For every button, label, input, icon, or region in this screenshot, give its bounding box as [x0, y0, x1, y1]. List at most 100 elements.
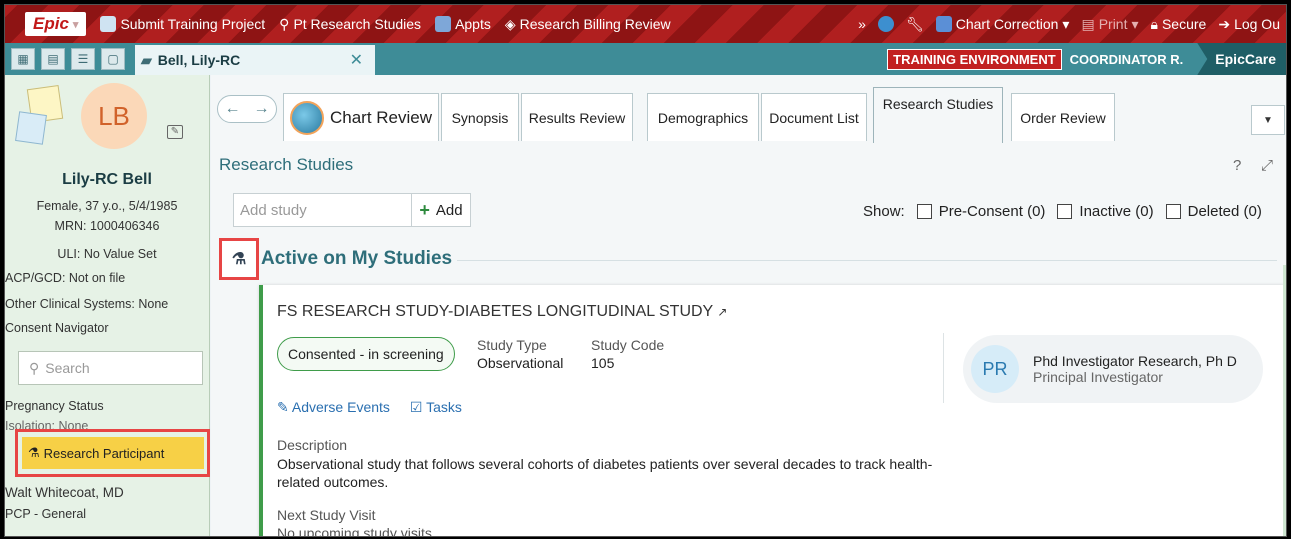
chart-review-icon — [289, 100, 324, 135]
billing-icon: ◈ — [504, 15, 516, 32]
research-participant-highlight: ⚗ Research Participant — [15, 429, 210, 477]
appointments-icon — [435, 16, 452, 32]
next-visit-value: No upcoming study visits — [277, 525, 432, 537]
heading-divider — [457, 260, 1277, 261]
list-icon[interactable]: ☰ — [71, 48, 95, 70]
study-type-label: Study Type — [477, 337, 547, 353]
user-name[interactable]: COORDINATOR R. — [1070, 52, 1184, 67]
show-filters: Show: Pre-Consent (0) Inactive (0) Delet… — [863, 203, 1262, 220]
printer-icon: ▤ — [1081, 15, 1095, 32]
research-billing-review-button[interactable]: ◈ Research Billing Review — [505, 16, 671, 33]
principal-investigator-card[interactable]: PR Phd Investigator Research, Ph D Princ… — [963, 335, 1263, 403]
history-nav[interactable]: ← → — [217, 95, 277, 123]
tab-results-review[interactable]: Results Review — [521, 93, 633, 141]
tab-research-studies[interactable]: Research Studies — [873, 87, 1003, 143]
active-studies-heading: ⚗ Active on My Studies — [219, 237, 452, 281]
chart-correction-icon — [935, 16, 952, 32]
adverse-events-icon: ✎ — [277, 399, 292, 415]
investigator-avatar: PR — [971, 345, 1019, 393]
tasks-icon: ☑ — [409, 399, 427, 415]
lock-icon: 🔒︎ — [1150, 15, 1158, 32]
print-button[interactable]: ▤ Print ▾ — [1081, 16, 1138, 33]
next-visit-label: Next Study Visit — [277, 507, 376, 523]
back-arrow-icon[interactable]: ← — [225, 100, 241, 118]
tab-document-list[interactable]: Document List — [761, 93, 867, 141]
provider-name[interactable]: Walt Whitecoat, MD — [5, 485, 124, 500]
globe-icon[interactable] — [877, 16, 894, 32]
calendar-icon[interactable]: ▤ — [41, 48, 65, 70]
tab-chart-review[interactable]: Chart Review — [283, 93, 439, 141]
study-type-value: Observational — [477, 355, 564, 371]
study-card: FS RESEARCH STUDY-DIABETES LONGITUDINAL … — [259, 285, 1284, 537]
top-toolbar: Epic ▾ Submit Training Project ⚲ Pt Resea… — [5, 5, 1286, 43]
card-divider — [943, 333, 944, 403]
scroll-stripe — [1283, 265, 1286, 536]
magnifier-icon: ⚲ — [279, 15, 290, 32]
tab-synopsis[interactable]: Synopsis — [441, 93, 519, 141]
consent-navigator-link[interactable]: Consent Navigator — [5, 321, 109, 335]
edit-icon[interactable]: ✎ — [167, 125, 183, 139]
chat-icon[interactable]: ▢ — [101, 48, 125, 70]
more-icon[interactable]: » — [858, 16, 866, 32]
patient-uli: ULI: No Value Set — [57, 247, 157, 261]
sidebar-search-input[interactable]: ⚲ Search — [18, 351, 203, 385]
avatar[interactable]: LB — [81, 83, 147, 149]
study-actions: ✎ Adverse Events ☑ Tasks — [277, 399, 462, 416]
pregnancy-status: Pregnancy Status — [5, 399, 104, 413]
wrench-icon[interactable]: 🔧︎ — [906, 16, 924, 33]
tab-order-review[interactable]: Order Review — [1011, 93, 1115, 141]
investigator-role: Principal Investigator — [1033, 369, 1163, 385]
submit-training-project-button[interactable]: Submit Training Project — [100, 16, 265, 32]
research-participant-badge[interactable]: ⚗ Research Participant — [22, 437, 204, 469]
patient-sidebar: LB ✎ Lily-RC Bell Female, 37 y.o., 5/4/1… — [5, 75, 210, 536]
tasks-link[interactable]: ☑ Tasks — [410, 399, 462, 416]
plus-icon: + — [419, 199, 430, 220]
patient-name: Lily-RC Bell — [62, 171, 152, 188]
help-icon[interactable]: ? — [1233, 157, 1241, 174]
pre-consent-checkbox[interactable] — [916, 204, 932, 219]
logout-button[interactable]: ➔ Log Ou — [1218, 16, 1280, 33]
adverse-events-link[interactable]: ✎ Adverse Events — [277, 399, 390, 416]
patient-demographics: Female, 37 y.o., 5/4/1985 — [36, 199, 178, 213]
study-code-value: 105 — [591, 355, 615, 371]
study-code-label: Study Code — [591, 337, 665, 353]
pt-research-studies-button[interactable]: ⚲ Pt Research Studies — [279, 16, 421, 33]
research-flask-icon: ⚗ — [231, 251, 247, 268]
deleted-checkbox[interactable] — [1165, 204, 1181, 219]
tab-demographics[interactable]: Demographics — [647, 93, 759, 141]
research-icon: ⚗ — [28, 445, 40, 460]
appts-button[interactable]: Appts — [435, 16, 491, 32]
folder-icon: ▰ — [141, 51, 152, 68]
inactive-checkbox[interactable] — [1057, 204, 1073, 219]
external-link-icon[interactable]: ↗ — [717, 305, 727, 319]
expand-icon[interactable]: ⤢ — [1261, 157, 1273, 174]
study-description: Observational study that follows several… — [277, 456, 933, 490]
add-study-input[interactable]: Add study — [233, 193, 411, 227]
project-icon — [100, 16, 117, 32]
study-title[interactable]: FS RESEARCH STUDY-DIABETES LONGITUDINAL … — [277, 303, 727, 321]
patient-workspace-tab[interactable]: ▰ Bell, Lily-RC ✕ — [135, 45, 375, 75]
epic-menu-button[interactable]: Epic ▾ — [25, 12, 87, 36]
pcp-role: PCP - General — [5, 507, 87, 521]
research-icon-highlight[interactable]: ⚗ — [219, 238, 259, 280]
training-environment-badge: TRAINING ENVIRONMENT — [887, 48, 1062, 70]
search-icon: ⚲ — [29, 359, 40, 376]
epic-window: Epic ▾ Submit Training Project ⚲ Pt Resea… — [4, 4, 1287, 537]
section-title: Research Studies — [219, 155, 354, 174]
photo-icon[interactable] — [15, 111, 47, 145]
close-icon[interactable]: ✕ — [350, 50, 363, 70]
secure-button[interactable]: 🔒︎ Secure — [1151, 16, 1207, 33]
add-study-button[interactable]: + Add — [411, 193, 471, 227]
chart-correction-button[interactable]: Chart Correction ▾ — [935, 16, 1069, 33]
acp-status: ACP/GCD: Not on file — [5, 271, 126, 285]
app-name: EpicCare — [1197, 43, 1286, 75]
main-content: ← → Chart Review Synopsis Results Review… — [211, 75, 1286, 537]
workspace-tabbar: ▦ ▤ ☰ ▢ ▰ Bell, Lily-RC ✕ TRAINING ENVIR… — [5, 43, 1286, 75]
other-clinical-systems: Other Clinical Systems: None — [5, 297, 169, 311]
investigator-name: Phd Investigator Research, Ph D — [1033, 353, 1237, 369]
more-tabs-button[interactable]: ▼ — [1251, 105, 1285, 135]
forward-arrow-icon[interactable]: → — [254, 100, 270, 118]
description-label: Description — [277, 437, 348, 453]
patient-mrn: MRN: 1000406346 — [54, 219, 160, 233]
dashboard-icon[interactable]: ▦ — [11, 48, 35, 70]
